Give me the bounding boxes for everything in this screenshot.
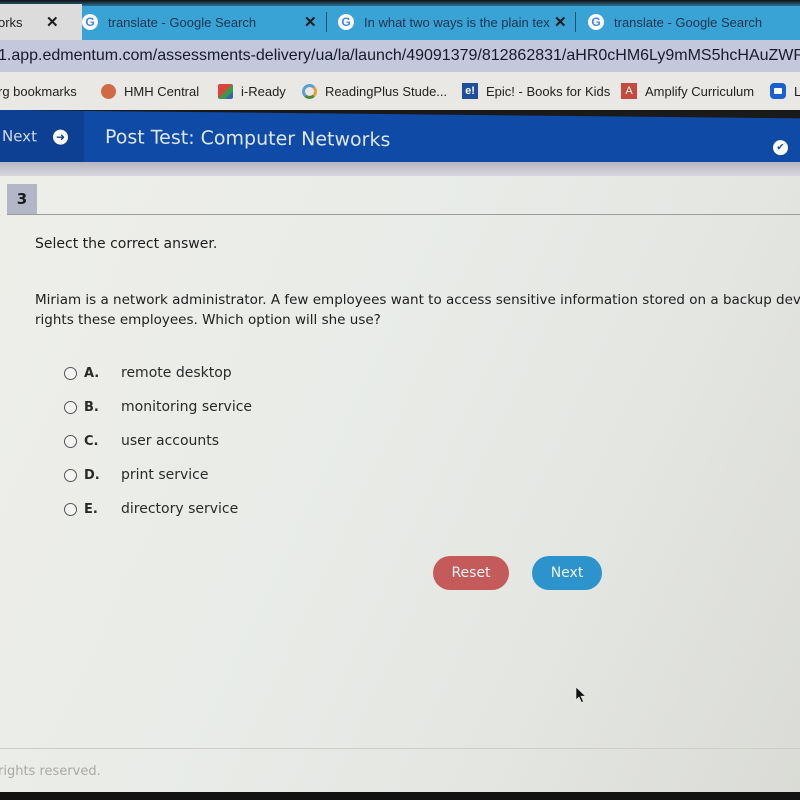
tab-edmentum[interactable]: orks ✕ [0, 4, 82, 40]
screen-bezel [0, 792, 800, 800]
option-letter: E. [84, 501, 98, 517]
option-letter: A. [84, 365, 100, 381]
close-icon[interactable]: ✕ [554, 13, 567, 31]
header-shadow [0, 162, 800, 176]
bookmark-zoom[interactable]: L [770, 83, 800, 99]
option-e[interactable]: E. directory service [64, 492, 252, 526]
google-icon: G [588, 14, 604, 30]
bookmark-label: HMH Central [124, 83, 200, 99]
amplify-icon: A [621, 83, 637, 99]
bookmark-org[interactable]: rg bookmarks [0, 84, 77, 99]
check-circle-icon[interactable]: ✔ [773, 140, 788, 156]
bookmark-label: L [794, 83, 800, 99]
question-instruction: Select the correct answer. [35, 236, 218, 252]
option-text[interactable]: print service [121, 467, 209, 483]
mouse-cursor-icon [575, 686, 587, 703]
epic-icon: e! [462, 83, 478, 99]
question-text: Miriam is a network administrator. A few… [35, 290, 800, 330]
footer-divider [0, 748, 800, 749]
readingplus-icon [302, 83, 317, 99]
question-number-badge: 3 [7, 184, 37, 214]
bookmark-hmh-central[interactable]: HMH Central [101, 83, 200, 99]
radio-button[interactable] [64, 502, 77, 516]
copyright-text: rights reserved. [0, 764, 101, 779]
radio-button[interactable] [64, 468, 77, 482]
tab-title: translate - Google Search [614, 14, 763, 30]
address-bar[interactable]: 1.app.edmentum.com/assessments-delivery/… [0, 40, 800, 72]
bookmark-label: Epic! - Books for Kids [486, 83, 611, 99]
option-text[interactable]: user accounts [121, 433, 219, 449]
bookmark-amplify[interactable]: A Amplify Curriculum [621, 83, 754, 99]
tab-title: In what two ways is the plain tex [364, 14, 550, 30]
option-b[interactable]: B. monitoring service [64, 390, 252, 424]
google-icon: G [338, 14, 354, 30]
bookmark-label: i-Ready [241, 83, 286, 99]
page-title: Post Test: Computer Networks [105, 126, 391, 152]
option-letter: C. [84, 433, 99, 449]
bookmark-label: rg bookmarks [0, 83, 77, 99]
divider [7, 214, 800, 215]
tab-translate-1[interactable]: G translate - Google Search ✕ [82, 4, 327, 40]
tab-translate-2[interactable]: G translate - Google Search [588, 4, 800, 40]
header-next-label: Next [2, 127, 37, 146]
tab-plain-text-question[interactable]: G In what two ways is the plain tex ✕ [338, 4, 578, 40]
radio-button[interactable] [64, 366, 77, 380]
arrow-right-circle-icon: ➜ [52, 129, 68, 145]
option-text[interactable]: remote desktop [121, 365, 232, 381]
bookmark-readingplus[interactable]: ReadingPlus Stude... [302, 83, 448, 99]
option-text[interactable]: monitoring service [121, 399, 252, 415]
bookmark-epic[interactable]: e! Epic! - Books for Kids [462, 83, 610, 99]
tab-separator [326, 12, 327, 32]
browser-tab-strip: orks ✕ G translate - Google Search ✕ G I… [0, 0, 800, 40]
tab-title: orks [0, 14, 23, 30]
option-letter: B. [84, 399, 99, 415]
tab-separator [575, 12, 576, 32]
zoom-icon [770, 83, 786, 99]
option-c[interactable]: C. user accounts [64, 424, 252, 458]
question-panel: 3 Select the correct answer. Miriam is a… [0, 176, 800, 792]
bookmark-label: Amplify Curriculum [645, 83, 755, 99]
radio-button[interactable] [64, 400, 77, 414]
next-button[interactable]: Next [532, 556, 602, 590]
hmh-icon [101, 83, 116, 99]
iready-icon [218, 83, 233, 99]
option-d[interactable]: D. print service [64, 458, 252, 492]
url-text[interactable]: 1.app.edmentum.com/assessments-delivery/… [0, 47, 800, 65]
bookmark-i-ready[interactable]: i-Ready [218, 83, 286, 99]
reset-button[interactable]: Reset [433, 556, 509, 590]
tab-title: translate - Google Search [108, 14, 257, 30]
google-icon: G [82, 14, 98, 30]
option-letter: D. [84, 467, 100, 483]
close-icon[interactable]: ✕ [46, 13, 59, 31]
option-a[interactable]: A. remote desktop [64, 356, 252, 390]
bookmarks-bar: rg bookmarks HMH Central i-Ready Reading… [0, 72, 800, 110]
header-next-button[interactable]: Next ➜ [0, 110, 84, 163]
close-icon[interactable]: ✕ [304, 13, 317, 31]
bookmark-label: ReadingPlus Stude... [325, 83, 448, 99]
question-text-line: rights these employees. Which option wil… [35, 312, 381, 328]
question-text-line: Miriam is a network administrator. A few… [35, 292, 800, 308]
option-text[interactable]: directory service [121, 501, 238, 517]
radio-button[interactable] [64, 434, 77, 448]
answer-options: A. remote desktop B. monitoring service … [64, 356, 252, 526]
